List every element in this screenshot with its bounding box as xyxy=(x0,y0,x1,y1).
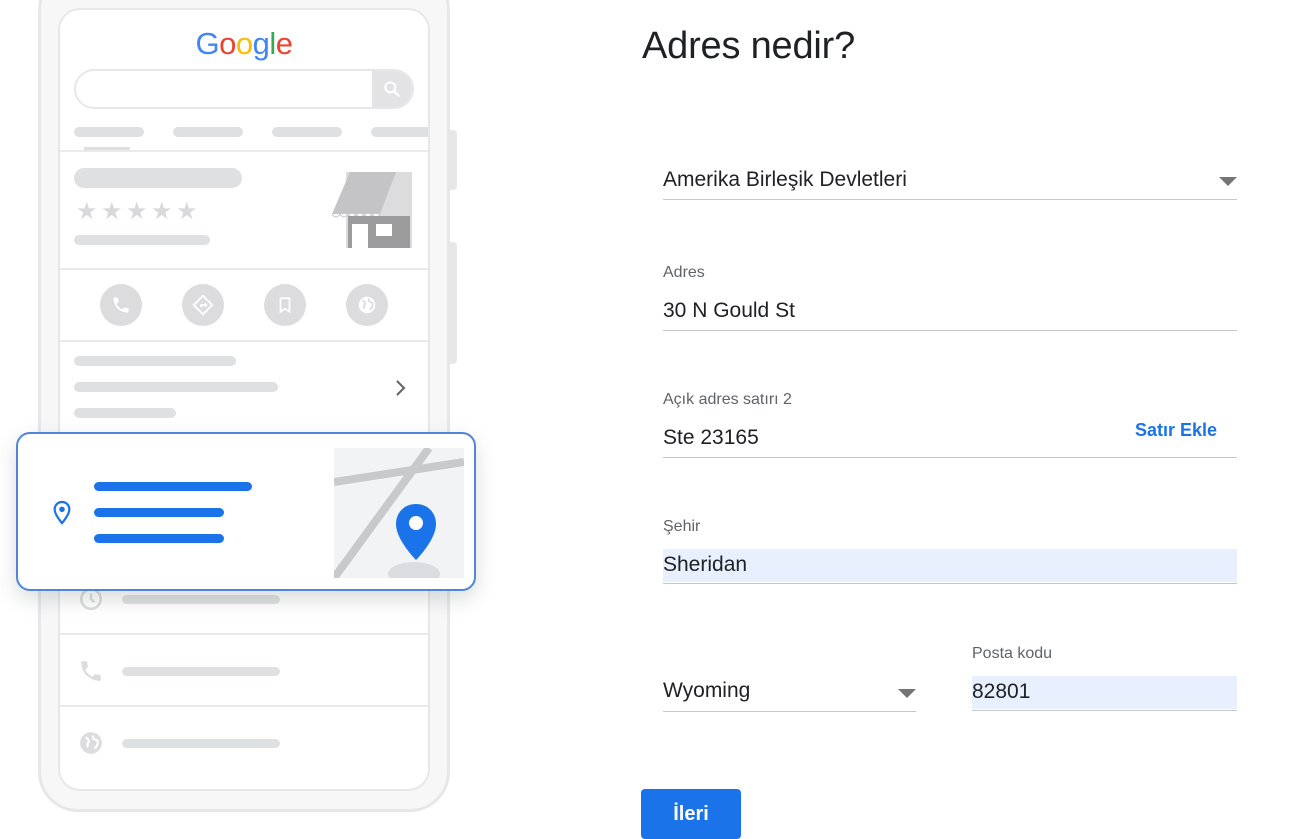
text-placeholder xyxy=(122,595,280,604)
logo-letter: G xyxy=(195,26,220,61)
phone-side-button xyxy=(449,242,457,364)
field-underline xyxy=(663,199,1237,200)
location-pin-icon xyxy=(51,500,73,531)
business-name-placeholder xyxy=(74,168,242,188)
city-input[interactable]: Sheridan xyxy=(663,553,747,577)
divider xyxy=(60,633,428,635)
autofill-highlight xyxy=(663,549,1237,582)
globe-icon xyxy=(346,284,388,326)
add-line-button[interactable]: Satır Ekle xyxy=(1135,420,1217,441)
google-logo: Google xyxy=(60,26,428,62)
phone-icon xyxy=(78,658,104,689)
map-thumbnail xyxy=(334,448,464,578)
divider xyxy=(60,268,428,270)
search-bar-illustration xyxy=(74,69,414,109)
text-placeholder xyxy=(74,356,236,366)
phone-screen: Google ★ ★ ★ ★ ★ xyxy=(58,8,430,791)
star-icon: ★ xyxy=(176,198,198,225)
star-icon: ★ xyxy=(151,198,173,225)
page-title: Adres nedir? xyxy=(642,25,856,67)
tab-placeholder xyxy=(371,127,428,137)
postal-code-label: Posta kodu xyxy=(972,645,1053,662)
search-icon xyxy=(372,71,412,107)
phone-icon xyxy=(100,284,142,326)
field-underline xyxy=(663,330,1237,331)
postal-code-input[interactable]: 82801 xyxy=(972,680,1030,704)
address-line-placeholder xyxy=(94,534,224,543)
text-placeholder xyxy=(122,667,280,676)
chevron-down-icon[interactable] xyxy=(1219,177,1237,186)
globe-icon xyxy=(78,730,104,761)
address-label: Adres xyxy=(663,264,705,281)
logo-letter: g xyxy=(252,26,270,61)
divider xyxy=(60,340,428,342)
address-line-placeholder xyxy=(94,482,252,491)
bookmark-icon xyxy=(264,284,306,326)
address-line-2-label: Açık adres satırı 2 xyxy=(663,391,792,408)
field-underline xyxy=(972,710,1237,711)
divider xyxy=(60,150,428,152)
chevron-down-icon[interactable] xyxy=(898,689,916,698)
city-label: Şehir xyxy=(663,518,701,535)
tab-placeholder xyxy=(74,127,144,137)
country-select-value[interactable]: Amerika Birleşik Devletleri xyxy=(663,168,907,192)
address-card-illustration xyxy=(16,432,476,591)
storefront-icon xyxy=(331,170,414,250)
star-icon: ★ xyxy=(126,198,148,225)
star-icon: ★ xyxy=(76,198,98,225)
phone-side-button xyxy=(449,130,457,190)
tab-placeholder xyxy=(272,127,342,137)
directions-icon xyxy=(182,284,224,326)
category-placeholder xyxy=(74,235,210,245)
address-line-2-input[interactable]: Ste 23165 xyxy=(663,426,759,450)
logo-letter: o xyxy=(235,26,253,61)
state-select-value[interactable]: Wyoming xyxy=(663,679,750,703)
field-underline xyxy=(663,457,1237,458)
divider xyxy=(60,705,428,707)
star-icon: ★ xyxy=(101,198,123,225)
text-placeholder xyxy=(74,382,278,392)
field-underline xyxy=(663,711,916,712)
address-line-placeholder xyxy=(94,508,224,517)
text-placeholder xyxy=(74,408,176,418)
address-input[interactable]: 30 N Gould St xyxy=(663,299,795,323)
chevron-right-icon xyxy=(394,378,408,403)
logo-letter: o xyxy=(219,26,236,61)
next-button[interactable]: İleri xyxy=(641,789,741,839)
tab-placeholder xyxy=(173,127,243,137)
text-placeholder xyxy=(122,739,280,748)
field-underline xyxy=(663,583,1237,584)
logo-letter: e xyxy=(275,26,293,61)
